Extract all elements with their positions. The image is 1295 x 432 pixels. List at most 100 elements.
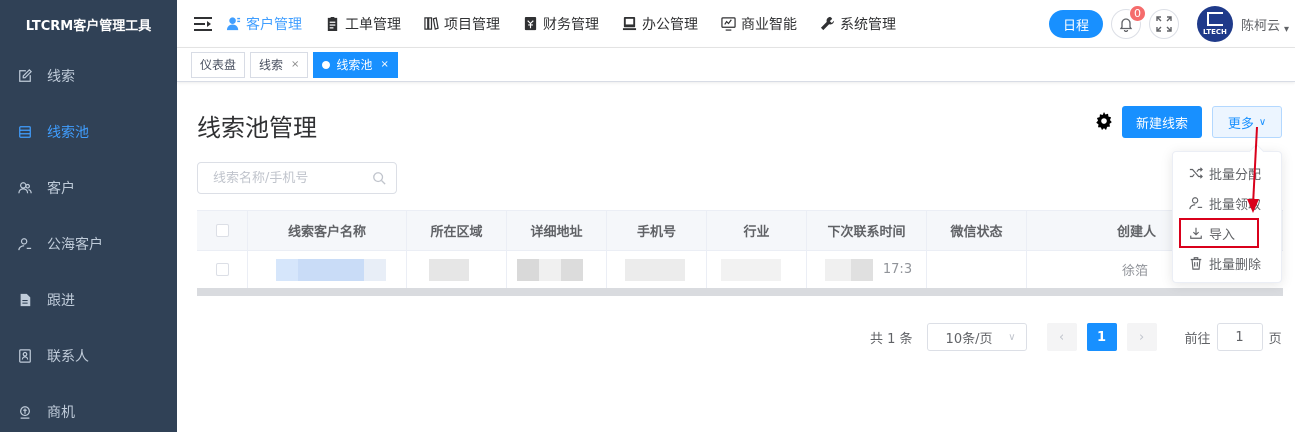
- wrench-icon: [820, 16, 835, 31]
- nav-customer-management[interactable]: 客户管理: [226, 14, 302, 34]
- search-input[interactable]: [213, 170, 372, 186]
- select-all-checkbox[interactable]: [215, 224, 229, 237]
- row-checkbox[interactable]: [215, 263, 229, 276]
- import-icon: [1190, 227, 1202, 239]
- sidebar-item-label: 客户: [47, 181, 75, 197]
- tag-lead-pool[interactable]: 线索池 ×: [313, 51, 398, 78]
- page-size-value: 10条/页: [945, 331, 993, 347]
- sidebar-item-opportunities[interactable]: 商机: [0, 384, 177, 432]
- page-size-select[interactable]: 10条/页 ∨: [926, 323, 1027, 351]
- column-header[interactable]: 下次联系时间: [807, 211, 927, 250]
- goto-page: 前往 页: [1185, 323, 1282, 351]
- menu-item-batch-assign[interactable]: 批量分配: [1173, 158, 1281, 188]
- redacted-block: [298, 259, 364, 281]
- goto-suffix: 页: [1268, 331, 1282, 347]
- avatar[interactable]: LTECH: [1196, 6, 1233, 42]
- nav-finance-management[interactable]: 财务管理: [523, 14, 599, 34]
- navbar-right: 日程 0 LTECH 陈柯云 ▾: [1048, 0, 1295, 48]
- column-header[interactable]: 手机号: [607, 211, 707, 250]
- customers-icon: [18, 181, 32, 195]
- redacted-block: [721, 259, 781, 281]
- nav-item-label: 客户管理: [246, 16, 302, 33]
- horizontal-scrollbar[interactable]: [197, 288, 1283, 296]
- sidebar-item-lead-pool[interactable]: 线索池: [0, 104, 177, 160]
- column-header[interactable]: 详细地址: [507, 211, 607, 250]
- tag-leads[interactable]: 线索 ×: [250, 51, 309, 78]
- redacted-block: [517, 259, 539, 281]
- document-icon: [18, 293, 32, 307]
- sidebar-item-public-customers[interactable]: 公海客户: [0, 216, 177, 272]
- more-button-label: 更多: [1227, 116, 1254, 132]
- notification-button[interactable]: 0: [1110, 5, 1146, 39]
- hamburger-icon[interactable]: [194, 16, 212, 32]
- redacted-block: [539, 259, 561, 281]
- caret-down-icon[interactable]: ▾: [1284, 24, 1289, 35]
- nav-item-label: 商业智能: [741, 16, 797, 33]
- nav-item-label: 项目管理: [444, 16, 500, 33]
- schedule-button[interactable]: 日程: [1048, 10, 1103, 38]
- edit-icon: [18, 69, 32, 83]
- user-icon: [18, 237, 32, 251]
- creator-fragment: 徐箔: [1122, 264, 1149, 279]
- chevron-down-icon: ∨: [1008, 331, 1016, 343]
- office-icon: [622, 16, 637, 31]
- gear-icon[interactable]: [1095, 112, 1113, 130]
- sidebar-item-contacts[interactable]: 联系人: [0, 328, 177, 384]
- column-header[interactable]: 微信状态: [927, 211, 1027, 250]
- redacted-block: [851, 259, 873, 281]
- contact-icon: [18, 349, 32, 363]
- nav-office-management[interactable]: 办公管理: [622, 14, 698, 34]
- table-header: 线索客户名称 所在区域 详细地址 手机号 行业 下次联系时间 微信状态 创建人: [197, 211, 1283, 251]
- username[interactable]: 陈柯云: [1241, 15, 1280, 34]
- menu-item-label: 批量删除: [1209, 257, 1262, 273]
- shuffle-icon: [1189, 167, 1203, 179]
- redacted-block: [825, 259, 851, 281]
- column-header[interactable]: 行业: [707, 211, 807, 250]
- nav-project-management[interactable]: 项目管理: [424, 14, 500, 34]
- pagination: 共 1 条 10条/页 ∨ ‹ 1 › 前往 页: [870, 322, 1282, 352]
- column-header[interactable]: 线索客户名称: [248, 211, 407, 250]
- top-navbar: 客户管理 工单管理 项目管理 财务管理 办公管理 商业智能 系统管理 日程 0 …: [177, 0, 1295, 48]
- prev-page-button[interactable]: ‹: [1046, 323, 1077, 351]
- menu-item-label: 导入: [1209, 227, 1236, 243]
- sidebar-item-follow-up[interactable]: 跟进: [0, 272, 177, 328]
- goto-prefix: 前往: [1184, 331, 1211, 347]
- lead-name-cell[interactable]: [248, 251, 407, 288]
- tag-label: 线索池: [336, 58, 373, 72]
- next-contact-fragment: 17:3: [882, 262, 913, 277]
- chevron-right-icon: ›: [1138, 329, 1145, 345]
- column-header[interactable]: 所在区域: [407, 211, 507, 250]
- more-button[interactable]: 更多 ∨: [1212, 106, 1282, 138]
- close-icon[interactable]: ×: [380, 59, 388, 70]
- region-cell: [407, 251, 507, 288]
- menu-item-batch-claim[interactable]: 批量领取: [1173, 188, 1281, 218]
- nav-business-intelligence[interactable]: 商业智能: [721, 14, 797, 34]
- pagination-total: 共 1 条: [870, 331, 913, 347]
- next-contact-cell: 17:3: [807, 251, 927, 288]
- goto-page-input[interactable]: [1216, 323, 1263, 351]
- nav-ticket-management[interactable]: 工单管理: [325, 14, 401, 34]
- search-icon[interactable]: [372, 171, 386, 185]
- menu-item-import[interactable]: 导入: [1179, 218, 1259, 248]
- nav-system-management[interactable]: 系统管理: [820, 14, 896, 34]
- nav-item-label: 办公管理: [642, 16, 698, 33]
- new-lead-button[interactable]: 新建线索: [1122, 106, 1202, 138]
- sidebar-item-label: 商机: [47, 405, 75, 421]
- fullscreen-button[interactable]: [1148, 9, 1179, 39]
- chevron-down-icon: ∨: [1258, 116, 1267, 128]
- tag-dashboard[interactable]: 仪表盘: [191, 51, 246, 78]
- tag-label: 仪表盘: [200, 58, 237, 72]
- menu-item-batch-delete[interactable]: 批量删除: [1173, 248, 1281, 278]
- sidebar-item-label: 公海客户: [47, 237, 103, 253]
- sidebar-item-customers[interactable]: 客户: [0, 160, 177, 216]
- sidebar-item-leads[interactable]: 线索: [0, 48, 177, 104]
- app-root: LTCRM客户管理工具 线索 线索池 客户 公海客户 跟进 联系人 商机 客户管…: [0, 0, 1295, 432]
- next-page-button[interactable]: ›: [1126, 323, 1157, 351]
- page-title: 线索池管理: [197, 114, 317, 142]
- close-icon[interactable]: ×: [291, 59, 299, 70]
- table-row[interactable]: 17:3 徐箔: [197, 251, 1283, 289]
- wechat-status-cell: [927, 251, 1027, 288]
- search-box: [197, 162, 397, 194]
- page-number-current[interactable]: 1: [1086, 323, 1117, 351]
- notification-badge: 0: [1128, 5, 1146, 22]
